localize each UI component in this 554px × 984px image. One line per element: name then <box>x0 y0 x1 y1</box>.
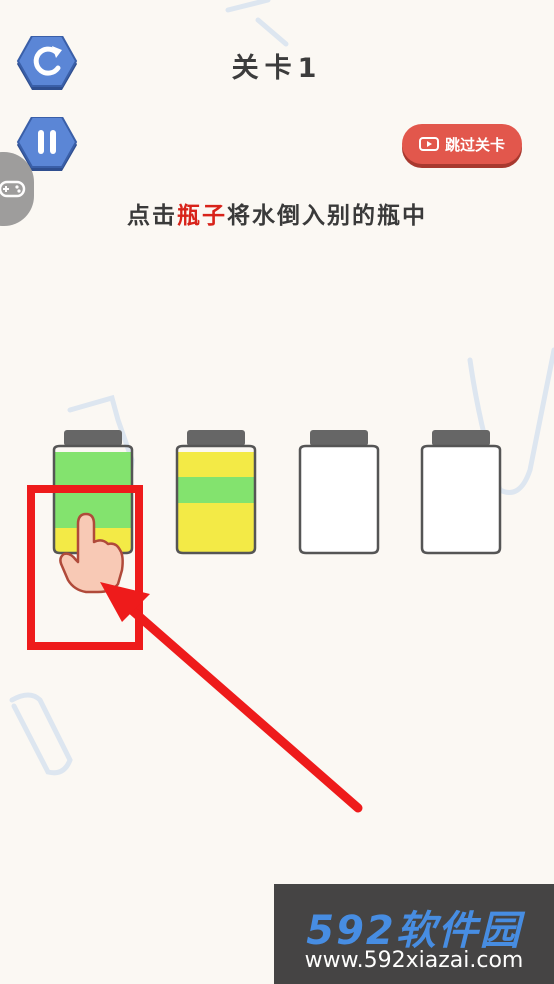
bottle-3[interactable] <box>298 430 380 555</box>
bottle-row <box>52 430 502 555</box>
bottle-4[interactable] <box>420 430 502 555</box>
watermark: 592软件园 www.592xiazai.com <box>274 884 554 984</box>
watermark-url: www.592xiazai.com <box>304 948 524 973</box>
bottle-2[interactable] <box>175 430 257 555</box>
game-screen: 关卡1 跳过关卡 点击瓶子将水倒入别的瓶中 592软件园 www.592xiaz… <box>0 0 554 984</box>
bottle-1[interactable] <box>52 430 134 555</box>
